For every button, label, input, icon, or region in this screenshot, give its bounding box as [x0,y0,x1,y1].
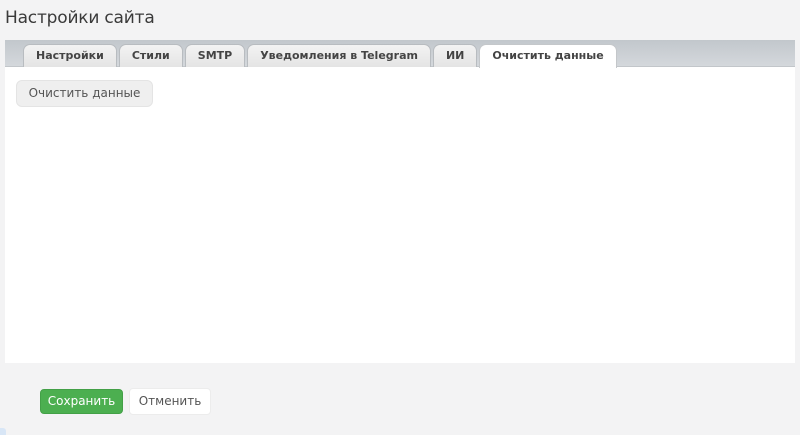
tab-smtp[interactable]: SMTP [184,44,246,67]
tab-clear-data[interactable]: Очистить данные [479,44,617,68]
tab-styles[interactable]: Стили [118,44,183,67]
page-title: Настройки сайта [5,8,155,28]
cancel-button[interactable]: Отменить [129,388,211,415]
save-button[interactable]: Сохранить [40,389,123,414]
tab-content: Очистить данные [5,68,795,363]
tab-list: Настройки Стили SMTP Уведомления в Teleg… [23,44,619,68]
tab-ai[interactable]: ИИ [432,44,478,67]
settings-panel: Настройки Стили SMTP Уведомления в Teleg… [5,40,795,363]
tab-telegram-notifications[interactable]: Уведомления в Telegram [247,44,431,67]
tab-bar: Настройки Стили SMTP Уведомления в Teleg… [5,40,795,68]
clear-data-button[interactable]: Очистить данные [16,80,153,107]
tab-settings[interactable]: Настройки [23,44,117,67]
corner-marker [0,428,6,435]
